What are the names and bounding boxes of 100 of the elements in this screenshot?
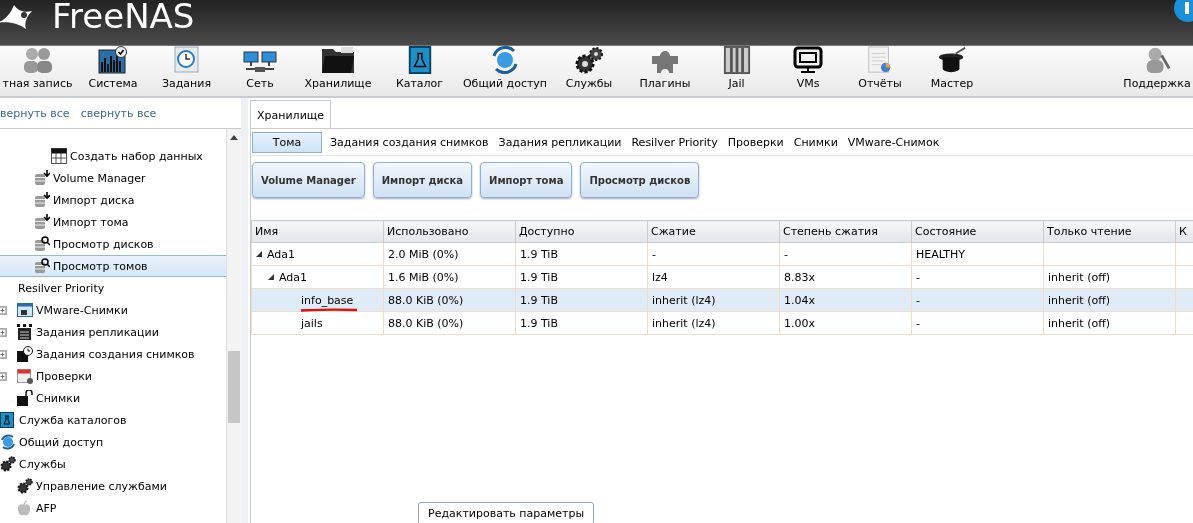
table-cell: 1.6 MiB (0%) — [388, 270, 459, 284]
scroll-up-arrow-icon[interactable] — [230, 135, 238, 140]
tree-item[interactable]: VMware-Снимки — [0, 299, 226, 321]
column-header[interactable]: Состояние — [911, 220, 1044, 243]
column-header[interactable]: Доступно — [515, 220, 648, 243]
tree-item[interactable]: AFP — [0, 497, 226, 519]
table-cell: HEALTHY — [916, 247, 966, 261]
action-button[interactable]: Импорт тома — [480, 162, 573, 198]
table-cell: inherit (lz4) — [652, 316, 716, 330]
table-cell: 88.0 KiB (0%) — [388, 316, 464, 330]
table-cell: jails — [301, 316, 323, 330]
subtab[interactable]: Resilver Priority — [627, 132, 722, 152]
fruit-icon — [17, 500, 31, 516]
expand-toggle-icon[interactable] — [0, 305, 7, 315]
tree-item[interactable]: Снимки — [0, 387, 226, 409]
tree-item[interactable]: Задания репликации — [0, 321, 226, 343]
table-row[interactable]: info_base 88.0 KiB (0%) 1.9 TiB inherit (lz4) 1.04x - inherit (off) — [251, 288, 1193, 312]
toolbar-button[interactable]: Хранилище — [298, 46, 378, 96]
column-header[interactable]: Имя — [251, 220, 384, 243]
table-cell: 2.0 MiB (0%) — [388, 247, 459, 261]
tree-item[interactable]: Задания создания снимков — [0, 343, 226, 365]
table-cell: inherit (off) — [1048, 270, 1111, 284]
table-cell: 1.9 TiB — [520, 247, 558, 261]
book-icon — [0, 412, 14, 428]
chart-icon — [98, 46, 128, 74]
table-cell: 8.83x — [784, 270, 815, 284]
database-icon — [34, 192, 50, 208]
clock-icon — [173, 46, 200, 74]
scrollbar-thumb[interactable] — [228, 351, 240, 423]
magic-hat-icon — [936, 46, 968, 74]
tree-item[interactable]: Просмотр томов — [0, 255, 226, 277]
toolbar-button[interactable]: Плагины — [629, 46, 701, 96]
toolbar-button[interactable]: Поддержка — [1121, 46, 1193, 96]
tree-item[interactable]: Общий доступ — [0, 431, 226, 453]
app-logo-text: FreeNAS — [52, 0, 195, 36]
toolbar-button[interactable]: Jail — [701, 46, 772, 96]
toolbar-button[interactable]: Система — [75, 46, 151, 96]
database-magnifier-icon — [34, 258, 50, 274]
edit-options-button[interactable]: Редактировать параметры — [418, 502, 595, 523]
toolbar-button[interactable]: Службы — [549, 46, 629, 96]
tree-item[interactable]: Volume Manager — [0, 167, 226, 189]
toolbar-button[interactable]: Сеть — [222, 46, 298, 96]
column-header[interactable]: Степень сжатия — [779, 220, 912, 243]
window-icon — [17, 302, 33, 318]
toolbar-button[interactable]: Общий доступ — [461, 46, 549, 96]
table-row[interactable]: jails 88.0 KiB (0%) 1.9 TiB inherit (lz4) 1.00x - inherit (off) — [251, 311, 1193, 335]
table-grid-icon — [51, 148, 67, 164]
clock-icon — [17, 346, 33, 362]
toolbar-button[interactable]: Отчёты — [844, 46, 916, 96]
table-cell: info_base — [301, 293, 354, 307]
subtab[interactable]: Тома — [252, 131, 322, 153]
action-button[interactable]: Volume Manager — [252, 162, 365, 198]
subtab[interactable]: Задания создания снимков — [326, 132, 493, 152]
tree-item[interactable]: Resilver Priority — [0, 277, 226, 299]
subtab[interactable]: Снимки — [789, 132, 842, 152]
column-header[interactable]: Сжатие — [647, 220, 780, 243]
tree-link[interactable]: вернуть все — [0, 106, 70, 120]
toolbar-button[interactable]: тная запись — [0, 46, 75, 96]
tab[interactable]: Хранилище — [250, 100, 331, 129]
subtab[interactable]: VMware-Снимок — [843, 132, 944, 152]
tree-item[interactable]: Просмотр дисков — [0, 233, 226, 255]
table-cell: 1.9 TiB — [520, 270, 558, 284]
expand-toggle-icon[interactable] — [0, 327, 7, 337]
table-cell: - — [916, 316, 920, 330]
expand-toggle-icon[interactable] — [0, 371, 7, 381]
toolbar-button[interactable]: Мастер — [916, 46, 988, 96]
book-icon — [407, 46, 432, 74]
table-row[interactable]: Ada1 2.0 MiB (0%) 1.9 TiB - - HEALTHY — [251, 242, 1193, 266]
table-row[interactable]: Ada1 1.6 MiB (0%) 1.9 TiB lz4 8.83x - inherit (off) — [251, 265, 1193, 289]
tree-item[interactable]: Создать набор данных — [0, 145, 226, 167]
tree-item[interactable]: Импорт диска — [0, 189, 226, 211]
expanded-arrow-icon[interactable] — [268, 274, 274, 280]
toolbar-button[interactable]: Задания — [151, 46, 222, 96]
calendar-icon — [17, 368, 33, 384]
expanded-arrow-icon[interactable] — [256, 251, 262, 257]
action-button[interactable]: Импорт диска — [372, 162, 473, 198]
tree-item[interactable]: Проверки — [0, 365, 226, 387]
gears-icon — [0, 456, 16, 472]
users-icon — [21, 46, 54, 74]
action-button[interactable]: Просмотр дисков — [580, 162, 700, 198]
tree-item[interactable]: Служба каталогов — [0, 409, 226, 431]
database-icon — [34, 214, 50, 230]
toolbar-button[interactable]: VMs — [772, 46, 844, 96]
monitor-icon — [793, 46, 823, 74]
table-cell: - — [652, 247, 656, 261]
column-header[interactable]: Использовано — [383, 220, 516, 243]
tree-item[interactable]: Импорт тома — [0, 211, 226, 233]
subtab[interactable]: Проверки — [723, 132, 788, 152]
toolbar-button[interactable]: Каталог — [378, 46, 461, 96]
table-cell: - — [916, 293, 920, 307]
column-header[interactable]: Только чтение — [1043, 220, 1176, 243]
tree-link[interactable]: свернуть все — [80, 106, 157, 120]
tree-item[interactable]: Управление службами — [0, 475, 226, 497]
database-icon — [34, 170, 50, 186]
table-cell: inherit (lz4) — [652, 293, 716, 307]
subtab[interactable]: Задания репликации — [494, 132, 626, 152]
expand-toggle-icon[interactable] — [0, 349, 7, 359]
database-magnifier-icon — [34, 236, 50, 252]
tree-item[interactable]: Службы — [0, 453, 226, 475]
table-cell: Ada1 — [279, 270, 308, 284]
